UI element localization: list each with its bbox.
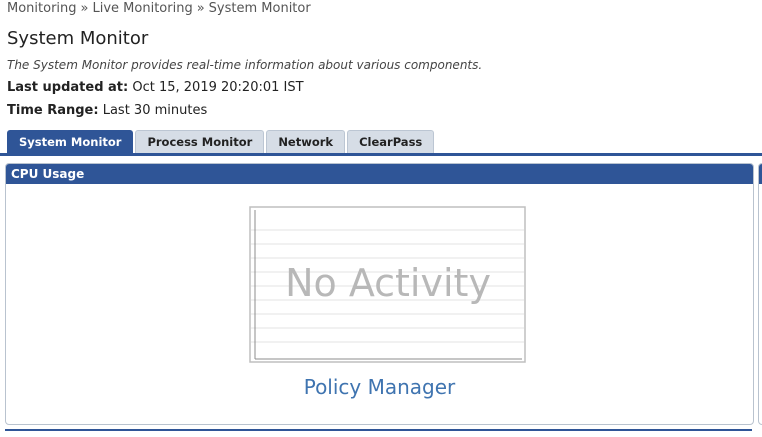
last-updated-label: Last updated at: xyxy=(7,80,129,95)
next-panel-top xyxy=(5,429,752,437)
breadcrumb-separator: » xyxy=(196,1,205,16)
breadcrumb-separator: » xyxy=(80,1,89,16)
panel-header: CPU Usage xyxy=(6,164,753,184)
tab-underline xyxy=(0,153,762,156)
tab-network[interactable]: Network xyxy=(266,130,346,153)
time-range-line: Time Range: Last 30 minutes xyxy=(7,103,207,118)
breadcrumb-link-live-monitoring[interactable]: Live Monitoring xyxy=(93,1,193,16)
page-description: The System Monitor provides real-time in… xyxy=(7,58,483,72)
no-activity-text: No Activity xyxy=(285,261,491,305)
tab-process-monitor[interactable]: Process Monitor xyxy=(135,130,265,153)
page-title: System Monitor xyxy=(7,28,149,49)
chart-caption: Policy Manager xyxy=(303,375,456,399)
breadcrumb: Monitoring» Live Monitoring» System Monito… xyxy=(7,1,311,16)
tab-clearpass[interactable]: ClearPass xyxy=(347,130,435,153)
cpu-usage-chart: No Activity xyxy=(249,206,526,363)
breadcrumb-current: System Monitor xyxy=(208,1,311,16)
time-range-label: Time Range: xyxy=(7,103,99,118)
tab-system-monitor[interactable]: System Monitor xyxy=(7,130,134,153)
last-updated-value: Oct 15, 2019 20:20:01 IST xyxy=(132,80,304,95)
cpu-usage-panel: CPU Usage No Activity Policy Manager xyxy=(5,163,754,425)
next-panel-edge xyxy=(758,163,762,425)
tab-bar: System Monitor Process Monitor Network C… xyxy=(7,130,435,153)
breadcrumb-link-monitoring[interactable]: Monitoring xyxy=(7,1,77,16)
time-range-value: Last 30 minutes xyxy=(102,103,208,118)
last-updated-line: Last updated at: Oct 15, 2019 20:20:01 I… xyxy=(7,80,304,95)
